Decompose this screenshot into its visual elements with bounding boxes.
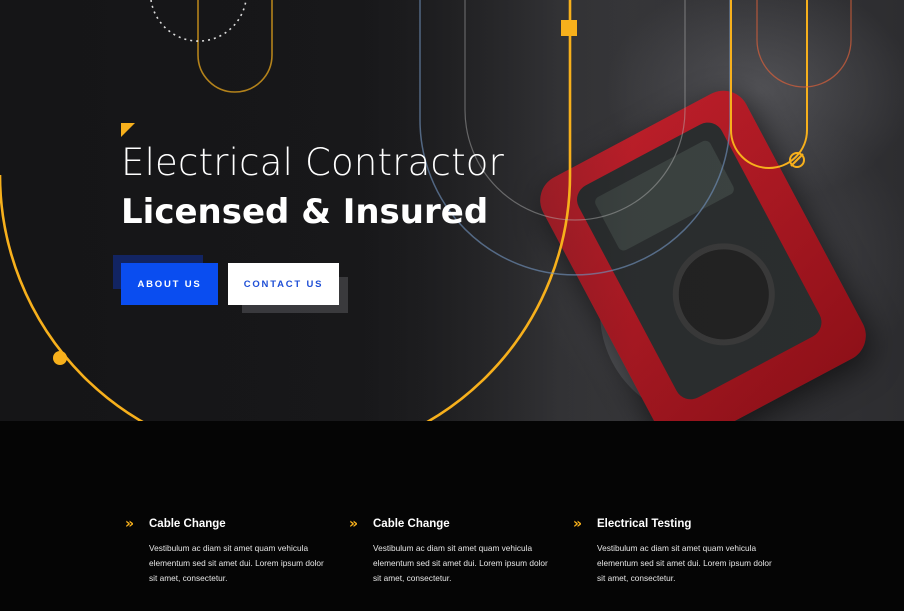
feature-text: Vestibulum ac diam sit amet quam vehicul… bbox=[373, 543, 548, 583]
feature-title: Cable Change bbox=[373, 518, 450, 530]
double-chevron-right-icon: » bbox=[125, 516, 135, 532]
about-us-button[interactable]: ABOUT US bbox=[121, 263, 218, 305]
right-arch-line bbox=[730, 0, 808, 169]
feature-title: Electrical Testing bbox=[597, 518, 692, 530]
feature-text: Vestibulum ac diam sit amet quam vehicul… bbox=[597, 543, 772, 583]
arch-dot bbox=[53, 351, 67, 365]
arch-square-marker bbox=[561, 20, 577, 36]
top-arch-line bbox=[197, 0, 273, 93]
orange-arch-line bbox=[756, 0, 852, 88]
double-chevron-right-icon: » bbox=[349, 516, 359, 532]
features-section: » Cable Change Vestibulum ac diam sit am… bbox=[0, 421, 904, 611]
feature-text: Vestibulum ac diam sit amet quam vehicul… bbox=[149, 543, 324, 583]
feature-title: Cable Change bbox=[149, 518, 226, 530]
accent-triangle bbox=[121, 123, 135, 137]
blue-arch-line bbox=[419, 0, 731, 276]
contact-us-button[interactable]: CONTACT US bbox=[228, 263, 339, 305]
double-chevron-right-icon: » bbox=[573, 516, 583, 532]
hero-title-line-1: Electrical Contractor bbox=[121, 141, 505, 184]
hero-title-line-2: Licensed & Insured bbox=[121, 192, 489, 232]
